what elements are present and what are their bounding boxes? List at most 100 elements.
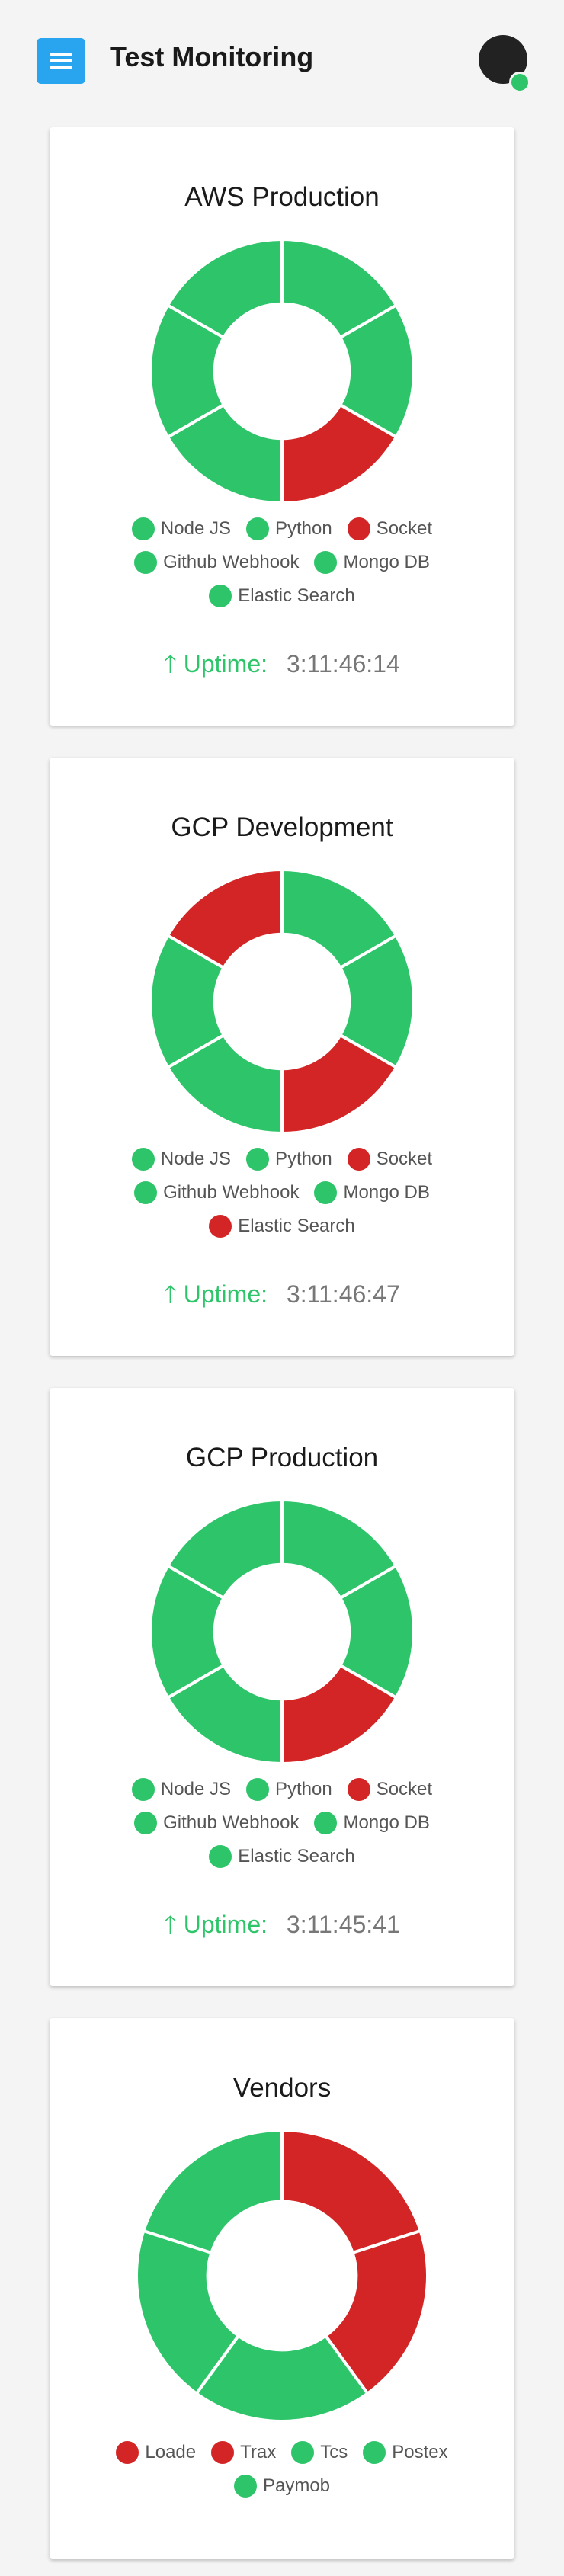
legend-label: Python [274,518,332,539]
uptime-label: Uptime: [183,1280,268,1308]
legend-item[interactable]: Python [245,1778,332,1801]
legend-label: Mongo DB [343,1182,430,1203]
uptime-row: 🡑 Uptime: 3:11:45:41 [50,1908,514,1941]
legend-status-dot [116,2441,139,2464]
legend-item[interactable]: Mongo DB [314,1812,430,1834]
legend-label: Elastic Search [238,585,355,606]
legend-label: Socket [376,1779,433,1799]
legend-item[interactable]: Github Webhook [134,1812,299,1834]
card-gcp-development: GCP Development Node JS Python Socket Githu… [50,758,514,1356]
uptime-value: 3:11:45:41 [286,1911,400,1938]
status-legend: Node JS Python Socket Github Webhook Mongo D… [72,1778,492,1868]
legend-status-dot [134,1812,158,1834]
legend-status-dot [245,517,269,540]
uptime-label: Uptime: [183,1911,268,1938]
legend-label: Elastic Search [238,1846,355,1866]
donut-segment[interactable] [141,2129,284,2255]
legend-status-dot [245,1148,269,1171]
legend-label: Mongo DB [343,552,430,572]
status-legend: Node JS Python Socket Github Webhook Mongo D… [72,517,492,607]
legend-label: Github Webhook [163,552,300,572]
legend-status-dot [131,517,155,540]
legend-label: Socket [376,518,433,539]
arrow-up-icon: 🡑 [164,1280,177,1308]
legend-item[interactable]: Node JS [131,517,231,540]
card-title: GCP Production [185,1443,379,1472]
uptime-row: 🡑 Uptime: 3:11:46:14 [50,647,514,681]
legend-status-dot [314,1181,338,1204]
legend-item[interactable]: Mongo DB [314,551,430,574]
legend-status-dot [233,2475,257,2498]
legend-item[interactable]: Loade [116,2441,196,2464]
legend-label: Python [274,1779,332,1799]
legend-label: Trax [240,2442,277,2462]
app-title: Test Monitoring [110,41,314,72]
legend-label: Elastic Search [238,1216,355,1236]
legend-status-dot [209,585,232,607]
legend-item[interactable]: Elastic Search [209,1215,355,1238]
legend-label: Node JS [160,518,231,539]
legend-status-dot [347,1778,370,1801]
legend-item[interactable]: Github Webhook [134,1181,299,1204]
legend-status-dot [314,551,338,574]
donut-segment[interactable] [280,2129,423,2255]
legend-item[interactable]: Paymob [233,2475,331,2498]
legend-item[interactable]: Socket [347,1778,433,1801]
legend-status-dot [209,1845,232,1868]
uptime-label: Uptime: [183,650,268,678]
legend-status-dot [134,1181,158,1204]
legend-label: Tcs [320,2442,348,2462]
legend-status-dot [131,1778,155,1801]
legend-label: Github Webhook [163,1182,300,1203]
legend-item[interactable]: Tcs [291,2441,348,2464]
card-gcp-production: GCP Production Node JS Python Socket Github… [50,1388,514,1986]
legend-status-dot [314,1812,338,1834]
arrow-up-icon: 🡑 [164,1911,177,1938]
legend-status-dot [211,2441,235,2464]
legend-label: Postex [392,2442,448,2462]
legend-label: Socket [376,1149,433,1169]
legend-status-dot [363,2441,386,2464]
uptime-row: 🡑 Uptime: 3:11:46:47 [50,1277,514,1311]
legend-item[interactable]: Elastic Search [209,1845,355,1868]
legend-item[interactable]: Socket [347,517,433,540]
status-donut-chart [149,868,415,1135]
legend-label: Node JS [160,1779,231,1799]
card-title: GCP Development [171,812,393,842]
status-legend: Loade Trax Tcs Postex Paymob [72,2441,492,2498]
menu-button[interactable] [37,38,85,84]
card-title: Vendors [232,2073,332,2103]
online-status-indicator [509,72,530,93]
legend-item[interactable]: Trax [211,2441,276,2464]
legend-label: Node JS [160,1149,231,1169]
legend-label: Loade [145,2442,197,2462]
legend-label: Python [274,1149,332,1169]
legend-status-dot [347,517,370,540]
status-donut-chart [135,2129,429,2423]
legend-status-dot [347,1148,370,1171]
legend-item[interactable]: Python [245,1148,332,1171]
legend-item[interactable]: Mongo DB [314,1181,430,1204]
status-legend: Node JS Python Socket Github Webhook Mongo D… [72,1148,492,1238]
legend-item[interactable]: Node JS [131,1778,231,1801]
legend-item[interactable]: Github Webhook [134,551,299,574]
legend-status-dot [134,551,158,574]
legend-item[interactable]: Python [245,517,332,540]
uptime-value: 3:11:46:47 [286,1280,400,1308]
card-vendors: Vendors Loade Trax Tcs Postex Paymob [50,2018,514,2559]
legend-label: Github Webhook [163,1812,300,1833]
card-aws-production: AWS Production Node JS Python Socket Github… [50,127,514,726]
legend-status-dot [209,1215,232,1238]
legend-status-dot [291,2441,315,2464]
arrow-up-icon: 🡑 [164,650,177,678]
legend-label: Mongo DB [343,1812,430,1833]
legend-item[interactable]: Postex [363,2441,448,2464]
legend-label: Paymob [262,2475,331,2496]
top-bar: Test Monitoring [0,0,564,114]
legend-item[interactable]: Node JS [131,1148,231,1171]
legend-item[interactable]: Socket [347,1148,433,1171]
legend-item[interactable]: Elastic Search [209,585,355,607]
status-donut-chart [149,238,415,505]
legend-status-dot [245,1778,269,1801]
status-donut-chart [149,1498,415,1765]
